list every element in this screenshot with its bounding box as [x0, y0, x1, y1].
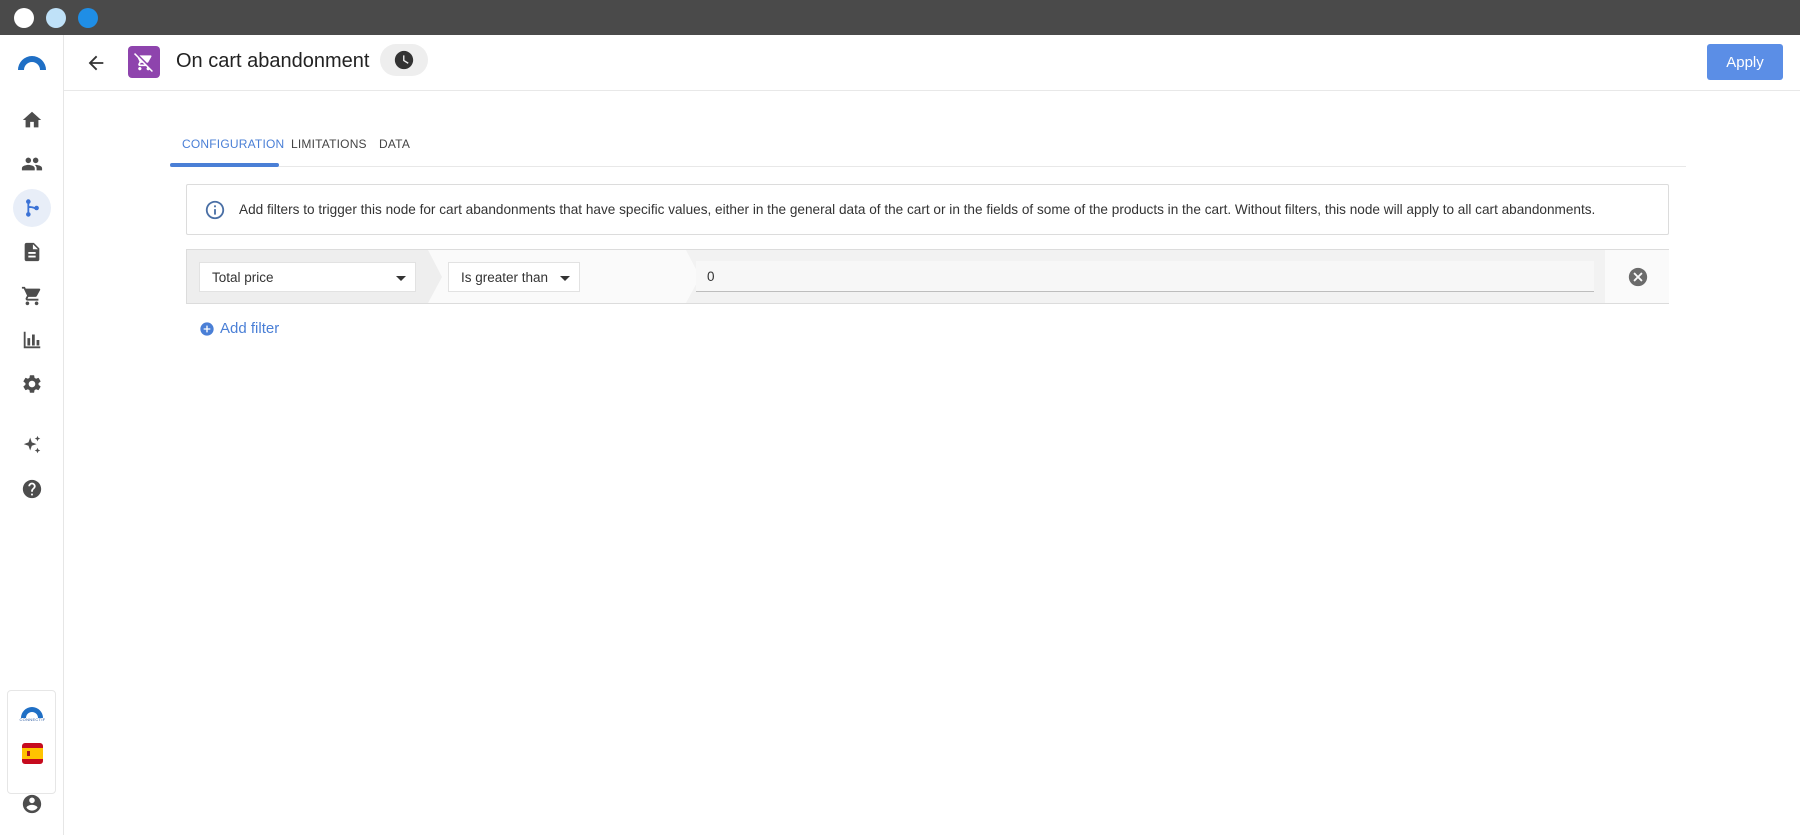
add-circle-icon	[200, 321, 214, 336]
document-icon	[24, 242, 40, 262]
sidebar: CONNECTIF	[0, 35, 64, 835]
caret-down-icon	[560, 276, 570, 281]
tab-configuration[interactable]: CONFIGURATION	[182, 137, 284, 151]
sidebar-item-settings[interactable]	[17, 369, 47, 399]
history-button[interactable]	[380, 44, 428, 76]
active-tab-indicator	[170, 163, 279, 167]
filter-value-input[interactable]	[696, 261, 1594, 292]
clock-icon	[394, 50, 414, 70]
sidebar-item-content[interactable]	[17, 237, 47, 267]
tab-limitations[interactable]: LIMITATIONS	[291, 137, 367, 151]
sidebar-item-reports[interactable]	[17, 325, 47, 355]
workflow-icon	[26, 199, 39, 217]
sidebar-item-store[interactable]	[17, 281, 47, 311]
apply-button[interactable]: Apply	[1707, 44, 1783, 80]
sidebar-item-contacts[interactable]	[17, 149, 47, 179]
window-maximize-button[interactable]	[78, 8, 98, 28]
filter-field-value: Total price	[212, 270, 274, 285]
gear-icon	[23, 375, 41, 393]
help-icon	[22, 479, 42, 499]
filter-operator-select[interactable]: Is greater than	[448, 262, 580, 292]
tab-data[interactable]: DATA	[379, 137, 410, 151]
account-brand-box[interactable]: CONNECTIF	[7, 690, 56, 794]
window-titlebar	[0, 0, 1800, 35]
filter-row: Total price Is greater than	[186, 249, 1669, 304]
cart-abandonment-node-icon	[128, 46, 160, 78]
cart-icon	[21, 286, 41, 306]
arrow-left-icon	[88, 55, 104, 71]
bar-chart-icon	[23, 331, 41, 349]
close-circle-icon	[1628, 267, 1648, 287]
add-filter-label: Add filter	[220, 320, 280, 337]
tab-bar: CONFIGURATION LIMITATIONS DATA	[170, 126, 1686, 167]
account-icon	[22, 794, 42, 814]
sparkles-icon	[23, 435, 41, 454]
brand-name: CONNECTIF	[19, 717, 46, 722]
info-text: Add filters to trigger this node for car…	[239, 202, 1596, 217]
back-button[interactable]	[82, 49, 110, 77]
info-icon	[204, 199, 226, 221]
remove-filter-button[interactable]	[1627, 266, 1649, 288]
caret-down-icon	[396, 276, 406, 281]
sidebar-item-workflows[interactable]	[13, 189, 51, 227]
filter-field-select[interactable]: Total price	[199, 262, 416, 292]
window-minimize-button[interactable]	[46, 8, 66, 28]
window-close-button[interactable]	[14, 8, 34, 28]
filter-operator-value: Is greater than	[461, 270, 549, 285]
page-title: On cart abandonment	[176, 50, 370, 72]
sidebar-item-help[interactable]	[17, 474, 47, 504]
sidebar-item-home[interactable]	[17, 105, 47, 135]
page-header: On cart abandonment Apply	[64, 35, 1800, 91]
sidebar-item-ai[interactable]	[17, 430, 47, 460]
app-logo-icon[interactable]	[16, 53, 48, 71]
sidebar-item-account[interactable]	[17, 789, 47, 819]
spain-flag-icon[interactable]	[22, 743, 43, 764]
users-icon	[21, 157, 43, 171]
add-filter-button[interactable]: Add filter	[199, 320, 279, 337]
info-banner: Add filters to trigger this node for car…	[186, 184, 1669, 235]
home-icon	[22, 111, 42, 128]
